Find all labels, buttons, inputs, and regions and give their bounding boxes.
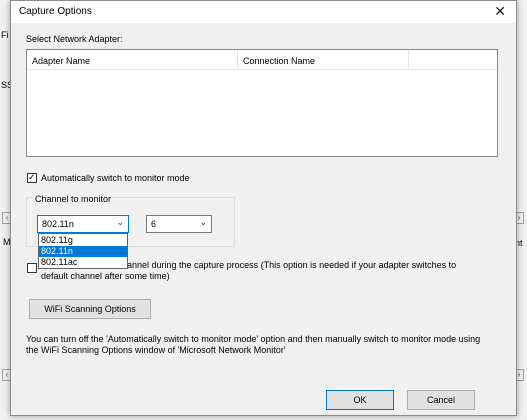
column-separator[interactable] — [237, 50, 238, 70]
dialog-titlebar: Capture Options ✕ — [11, 1, 516, 23]
column-separator-2[interactable] — [408, 50, 409, 70]
chevron-down-icon: ⌄ — [199, 217, 207, 227]
standard-dropdown-list[interactable]: 802.11g 802.11n 802.11ac — [38, 233, 128, 269]
dropdown-option-selected[interactable]: 802.11n — [39, 246, 127, 257]
dropdown-option[interactable]: 802.11g — [39, 235, 127, 246]
cancel-button[interactable]: Cancel — [407, 390, 475, 410]
auto-monitor-checkbox[interactable] — [27, 172, 37, 183]
switch-channel-label-line2: default channel after some time) — [41, 271, 170, 281]
select-adapter-label: Select Network Adapter: — [26, 34, 123, 44]
channel-group-label: Channel to monitor — [33, 194, 114, 204]
capture-options-dialog: Capture Options ✕ Select Network Adapter… — [10, 0, 517, 416]
ok-button[interactable]: OK — [326, 390, 394, 410]
column-connection-name[interactable]: Connection Name — [243, 56, 315, 66]
auto-monitor-label: Automatically switch to monitor mode — [41, 173, 190, 183]
dialog-title: Capture Options — [19, 6, 92, 17]
info-text-line2: the WiFi Scanning Options window of 'Mic… — [26, 345, 286, 355]
dropdown-option[interactable]: 802.11ac — [39, 257, 127, 268]
switch-channel-label-line1: annel during the capture process (This o… — [127, 260, 457, 270]
standard-select[interactable]: 802.11n ⌄ — [37, 215, 129, 233]
info-text-line1: You can turn off the 'Automatically swit… — [26, 334, 481, 344]
switch-channel-checkbox[interactable] — [27, 263, 37, 273]
wifi-scanning-options-button[interactable]: WiFi Scanning Options — [29, 299, 151, 319]
bg-menu-fragment: Fi — [1, 30, 9, 40]
channel-select-value: 6 — [151, 219, 157, 229]
adapter-list[interactable]: Adapter Name Connection Name — [26, 49, 498, 157]
channel-select[interactable]: 6 ⌄ — [146, 215, 212, 233]
standard-select-value: 802.11n — [42, 219, 74, 229]
close-icon[interactable]: ✕ — [494, 3, 506, 20]
chevron-down-icon: ⌄ — [116, 217, 124, 227]
column-adapter-name[interactable]: Adapter Name — [32, 56, 90, 66]
adapter-list-header: Adapter Name Connection Name — [27, 50, 497, 70]
